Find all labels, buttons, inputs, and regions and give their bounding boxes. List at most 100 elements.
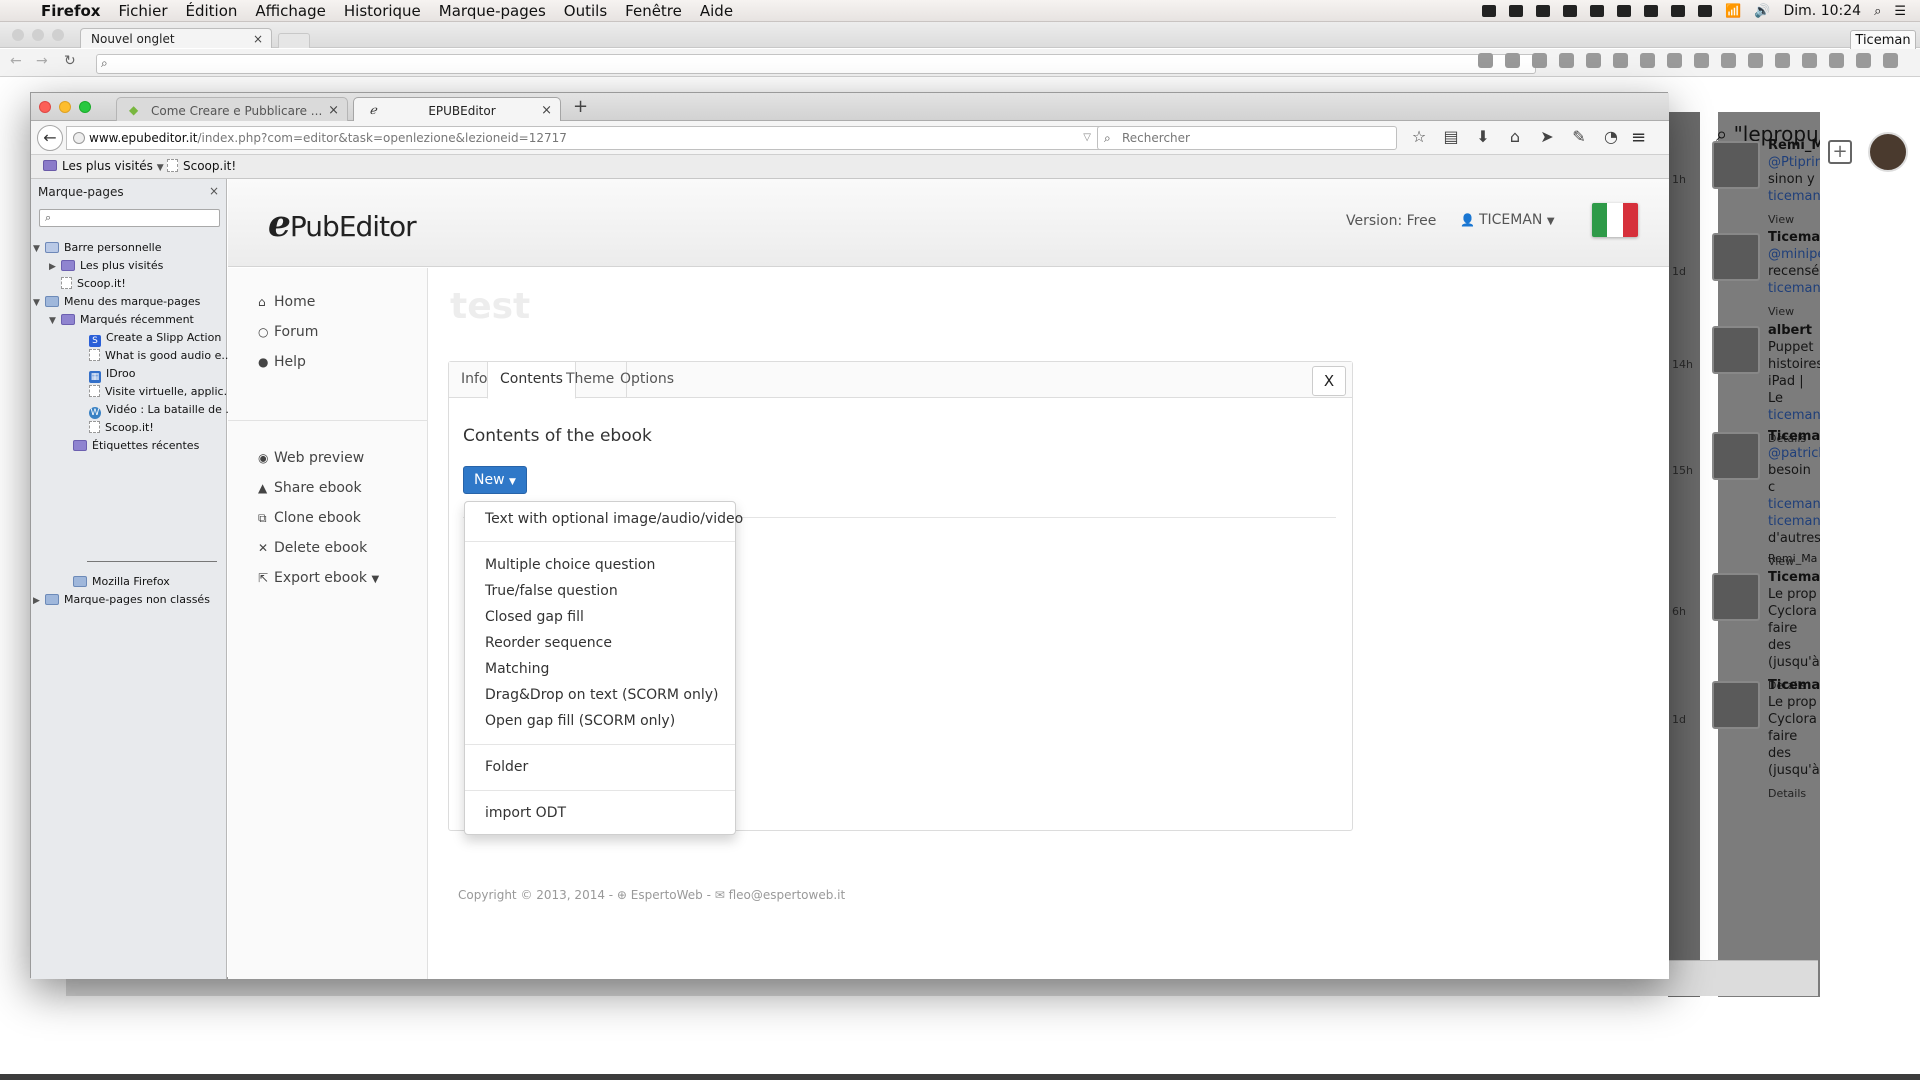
window-zoom-button[interactable] bbox=[79, 101, 91, 113]
home-icon[interactable]: ⌂ bbox=[1505, 127, 1525, 146]
dropdown-item-drag-drop[interactable]: Drag&Drop on text (SCORM only) bbox=[485, 687, 719, 703]
triangle-right-icon[interactable]: ▶ bbox=[49, 260, 61, 274]
tweet[interactable]: Ticema Le prop Cyclora faire des (jusqu'à Det… bbox=[1768, 569, 1820, 694]
bg-toolbar-icon[interactable] bbox=[1505, 53, 1520, 68]
dropbox-icon[interactable] bbox=[1482, 5, 1497, 17]
sidebar-item-slipp[interactable]: S Create a Slipp Action bbox=[89, 331, 221, 347]
tweet-avatar[interactable] bbox=[1712, 233, 1760, 281]
dropdown-item-true-false[interactable]: True/false question bbox=[485, 583, 618, 599]
triangle-down-icon[interactable]: ▼ bbox=[49, 314, 61, 328]
sidebar-item-menu-marque-pages[interactable]: ▼ Menu des marque-pages bbox=[33, 295, 200, 310]
bg-toolbar-icon[interactable] bbox=[1640, 53, 1655, 68]
bg-new-tab-button[interactable] bbox=[278, 33, 310, 48]
cloud-icon[interactable] bbox=[1563, 5, 1578, 17]
nav-home[interactable]: ⌂ Home bbox=[258, 294, 315, 310]
close-icon[interactable]: × bbox=[253, 32, 263, 46]
tweet-avatar[interactable] bbox=[1712, 326, 1760, 374]
tweet-action[interactable]: View bbox=[1768, 211, 1820, 228]
tweet-author[interactable]: Ticema bbox=[1768, 569, 1820, 586]
chevron-down-icon[interactable]: ▽ bbox=[1083, 127, 1091, 149]
sidebar-item-video-bataille[interactable]: W Vidéo : La bataille de ... bbox=[89, 403, 236, 419]
search-input[interactable]: ⌕ Rechercher bbox=[1097, 126, 1397, 150]
bluetooth-icon[interactable] bbox=[1698, 5, 1713, 17]
dropdown-item-reorder[interactable]: Reorder sequence bbox=[485, 635, 612, 651]
tweet[interactable]: Ticema@patrick besoin c ticeman ticeman d'au… bbox=[1768, 428, 1820, 570]
tweet-action[interactable]: Details bbox=[1768, 785, 1820, 802]
sidebar-item-etiquettes[interactable]: Étiquettes récentes bbox=[73, 439, 199, 453]
sidebar-item-visite-virtuelle[interactable]: Visite virtuelle, applic... bbox=[89, 385, 234, 399]
dropdown-item-matching[interactable]: Matching bbox=[485, 661, 549, 677]
menu-fichier[interactable]: Fichier bbox=[109, 2, 176, 20]
notification-center-icon[interactable]: ☰ bbox=[1894, 4, 1906, 19]
bg-toolbar-icon[interactable] bbox=[1883, 53, 1898, 68]
screen-icon[interactable] bbox=[1509, 5, 1524, 17]
bg-toolbar-icon[interactable] bbox=[1748, 53, 1763, 68]
bg-forward-icon[interactable]: → bbox=[36, 53, 48, 69]
dropdown-item-folder[interactable]: Folder bbox=[485, 759, 528, 775]
tweet[interactable]: Remi_M @Ptiprin sinon y ticeman View bbox=[1768, 137, 1820, 228]
close-icon[interactable]: × bbox=[541, 103, 552, 118]
triangle-right-icon[interactable]: ▶ bbox=[33, 594, 45, 608]
drive-icon[interactable] bbox=[1590, 5, 1605, 17]
clipboard-icon[interactable]: ▤ bbox=[1441, 127, 1461, 146]
bookmark-most-visited[interactable]: Les plus visités ▼ bbox=[43, 159, 164, 173]
hamburger-menu-icon[interactable]: ≡ bbox=[1631, 127, 1646, 148]
airplay-icon[interactable] bbox=[1617, 5, 1632, 17]
tweet-author[interactable]: albert bbox=[1768, 322, 1820, 339]
history-icon[interactable]: ◔ bbox=[1601, 127, 1621, 146]
menu-app-name[interactable]: Firefox bbox=[32, 2, 109, 20]
dropdown-item-text[interactable]: Text with optional image/audio/video bbox=[485, 511, 743, 527]
add-column-icon[interactable]: + bbox=[1828, 140, 1852, 164]
bg-tab-new[interactable]: Nouvel onglet × bbox=[80, 28, 272, 48]
tweet-avatar[interactable] bbox=[1712, 141, 1760, 189]
bg-toolbar-icon[interactable] bbox=[1559, 53, 1574, 68]
bookmark-scoopit[interactable]: Scoop.it! bbox=[167, 159, 236, 173]
menu-marque-pages[interactable]: Marque-pages bbox=[430, 2, 555, 20]
notification-icon[interactable] bbox=[1536, 5, 1551, 17]
dropdown-item-closed-gap[interactable]: Closed gap fill bbox=[485, 609, 584, 625]
dropdown-item-multiple-choice[interactable]: Multiple choice question bbox=[485, 557, 655, 573]
menu-aide[interactable]: Aide bbox=[691, 2, 742, 20]
tweet-author[interactable]: Ticema bbox=[1768, 677, 1820, 694]
bg-back-icon[interactable]: ← bbox=[10, 53, 22, 69]
sidebar-item-good-audio[interactable]: What is good audio e... bbox=[89, 349, 232, 363]
window-close-button[interactable] bbox=[39, 101, 51, 113]
triangle-down-icon[interactable]: ▼ bbox=[33, 242, 45, 256]
nav-web-preview[interactable]: ◉ Web preview bbox=[258, 450, 364, 466]
tweet[interactable]: Ticema Le prop Cyclora faire des (jusqu'à Det… bbox=[1768, 677, 1820, 802]
bg-zoom-dot[interactable] bbox=[52, 29, 64, 41]
bg-toolbar-icon[interactable] bbox=[1856, 53, 1871, 68]
italian-flag-icon[interactable] bbox=[1592, 203, 1638, 237]
wifi-icon[interactable]: 📶 bbox=[1725, 4, 1741, 19]
sidebar-item-scoopit[interactable]: Scoop.it! bbox=[61, 277, 126, 291]
tab-epubeditor[interactable]: ℯ EPUBEditor × bbox=[353, 97, 561, 122]
tweet-avatar[interactable] bbox=[1712, 681, 1760, 729]
sidebar-item-marques-recemment[interactable]: ▼ Marqués récemment bbox=[49, 313, 194, 328]
download-icon[interactable]: ⬇ bbox=[1473, 127, 1493, 146]
menu-affichage[interactable]: Affichage bbox=[246, 2, 334, 20]
nav-share-ebook[interactable]: ▲ Share ebook bbox=[258, 480, 362, 496]
bg-toolbar-icon[interactable] bbox=[1478, 53, 1493, 68]
user-menu[interactable]: 👤 TICEMAN ▼ bbox=[1460, 212, 1555, 228]
tweet-action[interactable]: View bbox=[1768, 303, 1820, 320]
epubeditor-logo[interactable]: ePubEditor bbox=[268, 203, 417, 245]
sidebar-item-non-classes[interactable]: ▶ Marque-pages non classés bbox=[33, 593, 210, 608]
tab-come-creare[interactable]: ◆ Come Creare e Pubblicare ... × bbox=[116, 97, 348, 122]
avatar[interactable] bbox=[1868, 132, 1908, 172]
nav-help[interactable]: ● Help bbox=[258, 354, 306, 370]
sidebar-search-input[interactable]: ⌕ bbox=[39, 209, 220, 227]
bg-toolbar-icon[interactable] bbox=[1667, 53, 1682, 68]
sidebar-item-barre-personnelle[interactable]: ▼ Barre personnelle bbox=[33, 241, 162, 256]
tweet-author[interactable]: Remi_M bbox=[1768, 137, 1820, 154]
close-editor-button[interactable]: X bbox=[1312, 366, 1346, 396]
volume-icon[interactable]: 🔊 bbox=[1754, 4, 1770, 19]
close-icon[interactable]: × bbox=[328, 103, 339, 118]
new-tab-icon[interactable]: + bbox=[573, 96, 588, 117]
dropdown-item-import-odt[interactable]: import ODT bbox=[485, 805, 566, 821]
bg-toolbar-icon[interactable] bbox=[1775, 53, 1790, 68]
nav-export-ebook[interactable]: ⇱ Export ebook ▼ bbox=[258, 570, 379, 586]
send-icon[interactable]: ➤ bbox=[1537, 127, 1557, 146]
bg-toolbar-icon[interactable] bbox=[1721, 53, 1736, 68]
bg-reload-icon[interactable]: ↻ bbox=[64, 53, 76, 69]
url-bar[interactable]: www.epubeditor.it/index.php?com=editor&t… bbox=[66, 126, 1120, 150]
